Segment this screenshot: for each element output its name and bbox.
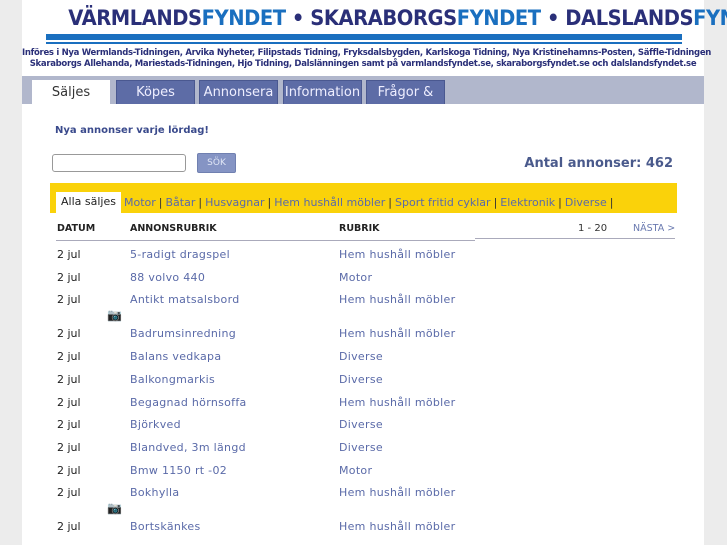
row-title-link[interactable]: Bokhylla — [130, 486, 179, 499]
logo-underline-thin — [46, 42, 682, 44]
logo-underline — [46, 34, 682, 40]
row-date: 2 jul — [57, 520, 81, 534]
row-category-link[interactable]: Diverse — [339, 373, 383, 386]
row-date: 2 jul — [57, 270, 81, 284]
search-input[interactable] — [52, 154, 186, 172]
row-category-link[interactable]: Hem hushåll möbler — [339, 327, 455, 340]
category-alla-saljes[interactable]: Alla säljes — [56, 192, 121, 213]
column-header-annonsrubrik[interactable]: ANNONSRUBRIK — [130, 223, 217, 234]
category-diverse[interactable]: Diverse — [562, 193, 610, 213]
row-category-link[interactable]: Hem hushåll möbler — [339, 396, 455, 409]
category-husvagnar[interactable]: Husvagnar — [202, 193, 267, 213]
category-motor[interactable]: Motor — [121, 193, 159, 213]
row-category-link[interactable]: Hem hushåll möbler — [339, 293, 455, 306]
row-date: 2 jul — [57, 418, 81, 432]
row-category-link[interactable]: Hem hushåll möbler — [339, 248, 455, 261]
row-title-link[interactable]: Bortskänkes — [130, 520, 201, 533]
row-date: 2 jul — [57, 293, 81, 307]
tab-information[interactable]: Information — [283, 80, 362, 104]
row-date: 2 jul — [57, 440, 81, 454]
row-date: 2 jul — [57, 463, 81, 477]
camera-icon: 📷 — [107, 308, 122, 323]
tab-fragor-svar[interactable]: Frågor & svar — [366, 80, 445, 124]
divider — [56, 240, 475, 241]
row-date: 2 jul — [57, 350, 81, 364]
content: Nya annonser varje lördag! SÖK Antal ann… — [22, 108, 704, 545]
row-category-link[interactable]: Diverse — [339, 418, 383, 431]
row-category-link[interactable]: Hem hushåll möbler — [339, 520, 455, 533]
category-sport-fritid-cyklar[interactable]: Sport fritid cyklar — [392, 193, 494, 213]
row-category-link[interactable]: Hem hushåll möbler — [339, 486, 455, 499]
row-title-link[interactable]: Balans vedkapa — [130, 350, 221, 363]
ad-count: Antal annonser: 462 — [524, 156, 673, 171]
row-title-link[interactable]: Bmw 1150 rt -02 — [130, 464, 227, 477]
tab-kopes[interactable]: Köpes — [116, 80, 195, 104]
tab-annonsera[interactable]: Annonsera — [199, 80, 278, 104]
camera-icon: 📷 — [107, 501, 122, 516]
row-title-link[interactable]: Begagnad hörnsoffa — [130, 396, 247, 409]
paging-range: 1 - 20 — [578, 223, 608, 234]
row-title-link[interactable]: 88 volvo 440 — [130, 271, 205, 284]
tab-saljes[interactable]: Säljes — [32, 80, 110, 104]
next-page-link[interactable]: NÄSTA > — [633, 223, 675, 234]
search-button[interactable]: SÖK — [197, 153, 236, 173]
row-date: 2 jul — [57, 327, 81, 341]
row-category-link[interactable]: Diverse — [339, 441, 383, 454]
header-publications-line1: Införes i Nya Wermlands-Tidningen, Arvik… — [22, 48, 712, 58]
category-bar: Alla säljes Motor | Båtar | Husvagnar | Hem… — [50, 183, 677, 213]
column-header-datum[interactable]: DATUM — [57, 223, 95, 234]
row-title-link[interactable]: Björkved — [130, 418, 181, 431]
divider — [475, 238, 675, 239]
row-date: 2 jul — [57, 395, 81, 409]
row-title-link[interactable]: Badrumsinredning — [130, 327, 236, 340]
category-batar[interactable]: Båtar — [162, 193, 198, 213]
row-category-link[interactable]: Diverse — [339, 350, 383, 363]
row-category-link[interactable]: Motor — [339, 271, 372, 284]
category-elektronik[interactable]: Elektronik — [497, 193, 558, 213]
row-title-link[interactable]: 5-radigt dragspel — [130, 248, 230, 261]
row-date: 2 jul — [57, 486, 81, 500]
row-title-link[interactable]: Blandved, 3m längd — [130, 441, 246, 454]
main-nav: Säljes Köpes Annonsera Information Frågo… — [22, 76, 704, 124]
page: VÄRMLANDSFYNDET • SKARABORGSFYNDET • DAL… — [22, 0, 727, 545]
row-category-link[interactable]: Motor — [339, 464, 372, 477]
row-title-link[interactable]: Balkongmarkis — [130, 373, 215, 386]
site-logo[interactable]: VÄRMLANDSFYNDET • SKARABORGSFYNDET • DAL… — [68, 6, 727, 30]
separator: | — [609, 196, 614, 209]
notice-text: Nya annonser varje lördag! — [55, 125, 209, 136]
category-hem-hushall-mobler[interactable]: Hem hushåll möbler — [271, 193, 388, 213]
row-title-link[interactable]: Antikt matsalsbord — [130, 293, 240, 306]
row-date: 2 jul — [57, 248, 81, 261]
header-publications-line2: Skaraborgs Allehanda, Mariestads-Tidning… — [29, 59, 697, 69]
row-date: 2 jul — [57, 372, 81, 386]
column-header-rubrik[interactable]: RUBRIK — [339, 223, 379, 234]
